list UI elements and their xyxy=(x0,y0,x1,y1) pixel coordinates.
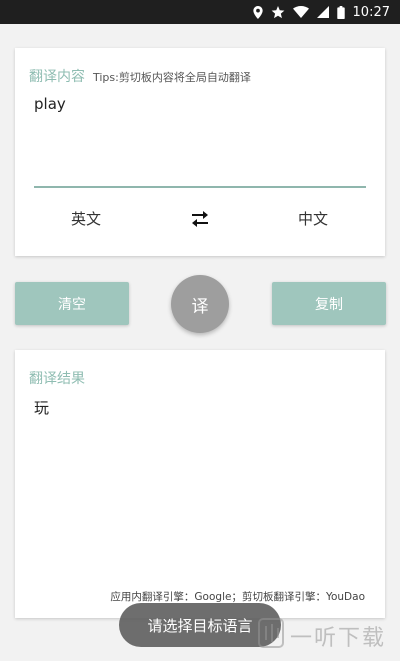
translation-result: 玩 xyxy=(34,399,50,417)
input-card-header: 翻译内容 Tips:剪切板内容将全局自动翻译 xyxy=(29,66,251,86)
watermark-text: 一听下载 xyxy=(290,626,387,651)
toast-message: 请选择目标语言 xyxy=(119,603,281,647)
clipboard-tips: Tips:剪切板内容将全局自动翻译 xyxy=(93,71,251,84)
source-language-button[interactable]: 英文 xyxy=(71,208,101,229)
input-card: 翻译内容 Tips:剪切板内容将全局自动翻译 play 英文 中文 xyxy=(15,48,385,256)
status-bar: 10:27 xyxy=(0,0,400,24)
target-language-button[interactable]: 中文 xyxy=(298,208,328,229)
battery-icon xyxy=(336,5,345,19)
output-card-header: 翻译结果 xyxy=(29,368,85,388)
wifi-icon xyxy=(292,6,309,18)
output-card: 翻译结果 玩 应用内翻译引擎：Google；剪切板翻译引擎：YouDao xyxy=(15,350,385,618)
location-icon xyxy=(252,5,263,19)
language-selector: 英文 中文 xyxy=(15,205,385,233)
output-card-title: 翻译结果 xyxy=(29,371,85,387)
signal-icon xyxy=(316,6,329,18)
swap-arrows-icon[interactable] xyxy=(188,209,212,229)
watermark-logo-icon xyxy=(258,618,284,654)
input-card-title: 翻译内容 xyxy=(29,69,85,85)
copy-button[interactable]: 复制 xyxy=(272,282,386,325)
watermark: 一听下载 xyxy=(258,616,386,656)
star-icon xyxy=(271,5,285,19)
engine-note: 应用内翻译引擎：Google；剪切板翻译引擎：YouDao xyxy=(110,591,365,603)
input-underline xyxy=(34,186,366,188)
clear-button[interactable]: 清空 xyxy=(15,282,129,325)
source-text-input[interactable]: play xyxy=(34,95,66,113)
translate-button[interactable]: 译 xyxy=(171,275,229,333)
status-time: 10:27 xyxy=(352,4,390,20)
